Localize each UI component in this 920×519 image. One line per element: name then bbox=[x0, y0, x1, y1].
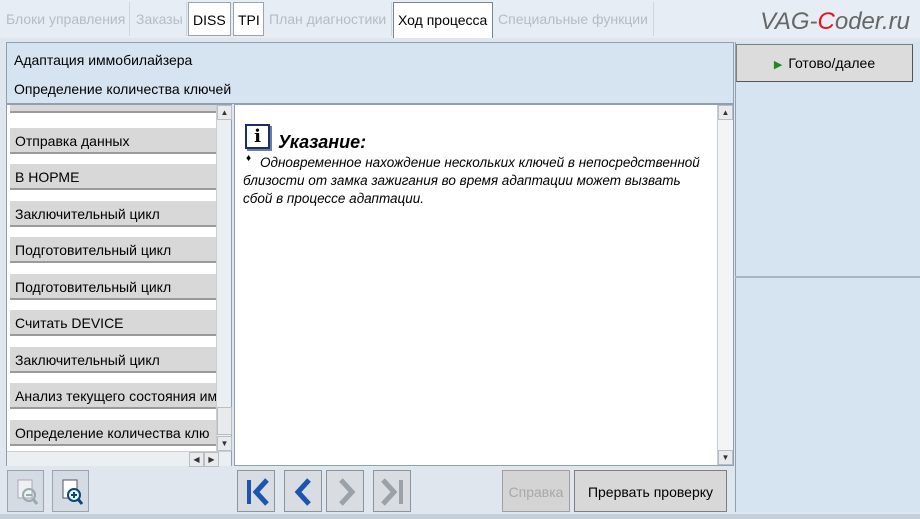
procedure-subtitle: Определение количества ключей bbox=[14, 81, 232, 97]
procedure-title: Адаптация иммобилайзера bbox=[14, 52, 193, 68]
skip-to-end-icon bbox=[381, 478, 403, 506]
tab-diagnostic-plan[interactable]: План диагностики bbox=[265, 2, 392, 36]
zoom-out-button[interactable] bbox=[7, 470, 44, 512]
steps-vertical-scrollbar[interactable]: ▲ ▼ bbox=[216, 105, 232, 451]
help-button[interactable]: Справка bbox=[502, 470, 570, 512]
info-icon: i bbox=[245, 124, 270, 149]
panel-divider bbox=[735, 276, 920, 278]
tab-tpi[interactable]: TPI bbox=[233, 2, 264, 36]
scroll-left-icon[interactable]: ◀ bbox=[189, 452, 204, 467]
list-item[interactable]: Отправка данных bbox=[10, 128, 222, 154]
tab-control-units[interactable]: Блоки управления bbox=[2, 2, 130, 36]
tab-diss[interactable]: DISS bbox=[188, 2, 231, 36]
content-vertical-scrollbar[interactable]: ▲ ▼ bbox=[717, 105, 733, 465]
status-strip bbox=[0, 514, 920, 519]
chevron-left-icon bbox=[294, 478, 311, 506]
zoom-out-icon bbox=[17, 479, 39, 505]
zoom-in-button[interactable] bbox=[52, 470, 89, 512]
watermark-highlight: C bbox=[817, 8, 835, 35]
watermark-suffix: oder.ru bbox=[834, 8, 910, 35]
list-item[interactable]: Подготовительный цикл bbox=[10, 237, 222, 263]
tab-special-functions[interactable]: Специальные функции bbox=[494, 2, 654, 36]
scroll-down-icon[interactable]: ▼ bbox=[718, 450, 733, 465]
list-item[interactable]: В НОРМЕ bbox=[10, 164, 222, 190]
play-icon: ▶ bbox=[773, 59, 783, 71]
list-item[interactable]: Считать DEVICE bbox=[10, 310, 222, 336]
watermark: VAG-Coder.ru bbox=[700, 8, 910, 36]
list-item-current[interactable]: Определение количества клю bbox=[10, 420, 222, 446]
steps-list: Отправка данных В НОРМЕ Заключительный ц… bbox=[6, 104, 232, 466]
tab-process[interactable]: Ход процесса bbox=[393, 2, 493, 38]
list-item[interactable]: Подготовительный цикл bbox=[10, 274, 222, 300]
watermark-prefix: VAG- bbox=[760, 8, 818, 35]
scroll-up-icon[interactable]: ▲ bbox=[217, 105, 232, 120]
done-next-button[interactable]: ▶ Готово/далее bbox=[736, 44, 913, 82]
list-item-partial bbox=[10, 105, 222, 113]
scroll-right-icon[interactable]: ▶ bbox=[204, 452, 219, 467]
list-item[interactable]: Заключительный цикл bbox=[10, 347, 222, 373]
next-step-button[interactable] bbox=[326, 470, 364, 512]
scroll-down-icon[interactable]: ▼ bbox=[217, 436, 232, 451]
scroll-thumb[interactable] bbox=[217, 407, 232, 435]
notice-heading: Указание: bbox=[278, 132, 367, 152]
notice-text: Одновременное нахождение нескольких ключ… bbox=[243, 155, 700, 206]
previous-step-button[interactable] bbox=[284, 470, 322, 512]
tab-orders[interactable]: Заказы bbox=[132, 2, 187, 36]
steps-horizontal-scrollbar[interactable]: ◀ ▶ bbox=[7, 451, 231, 467]
chevron-right-icon bbox=[339, 478, 356, 506]
list-item[interactable]: Заключительный цикл bbox=[10, 201, 222, 227]
first-step-button[interactable] bbox=[237, 470, 275, 512]
list-item[interactable]: Анализ текущего состояния им bbox=[10, 383, 222, 409]
last-step-button[interactable] bbox=[373, 470, 411, 512]
skip-to-start-icon bbox=[247, 478, 269, 506]
scroll-up-icon[interactable]: ▲ bbox=[718, 105, 733, 120]
zoom-in-icon bbox=[62, 479, 84, 505]
abort-test-button[interactable]: Прервать проверку bbox=[574, 470, 727, 512]
done-next-label: Готово/далее bbox=[788, 55, 876, 71]
